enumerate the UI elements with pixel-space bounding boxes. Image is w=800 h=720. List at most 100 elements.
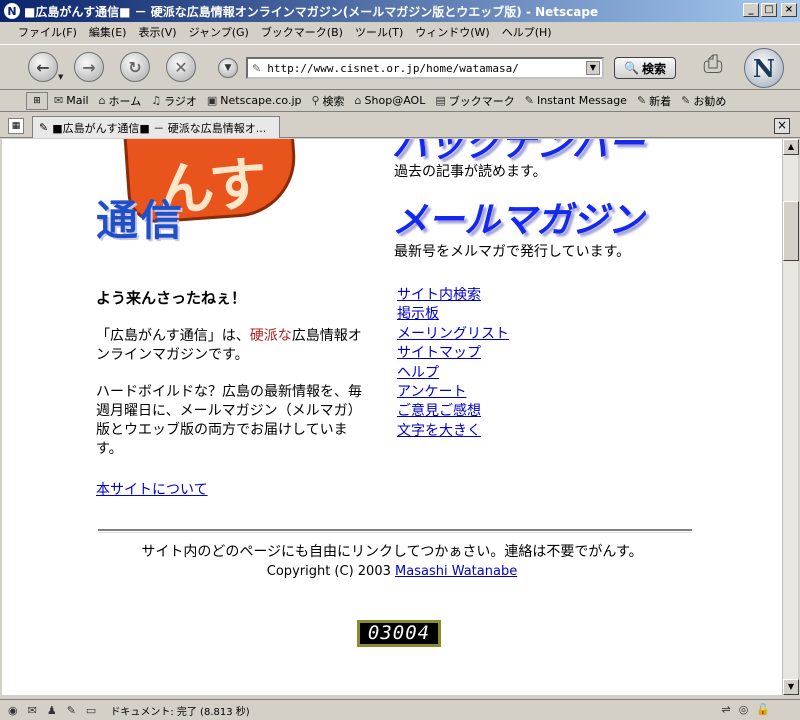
bookmark-label: Netscape.co.jp bbox=[220, 94, 302, 107]
print-icon[interactable]: ⎙ bbox=[696, 50, 730, 82]
bookmark-mail[interactable]: ✉ Mail bbox=[54, 94, 89, 107]
about-site-link[interactable]: 本サイトについて bbox=[96, 479, 208, 499]
mailmagazine-heading[interactable]: メールマガジン bbox=[392, 191, 644, 243]
bookmark-netscape[interactable]: ▣ Netscape.co.jp bbox=[207, 94, 302, 107]
tab-bar: ▦ ✎ ■広島がんす通信■ － 硬派な広島情報オ... × bbox=[0, 114, 800, 138]
scroll-down-icon[interactable]: ▼ bbox=[783, 679, 799, 695]
url-dropdown-icon[interactable]: ▼ bbox=[586, 61, 600, 75]
link-larger-text[interactable]: 文字を大きく bbox=[397, 423, 481, 439]
link-icon: ✎ bbox=[636, 94, 647, 107]
copyright-text: Copyright (C) 2003 bbox=[266, 564, 391, 579]
maximize-button[interactable]: □ bbox=[761, 3, 777, 17]
menu-bar: ファイル(F) 編集(E) 表示(V) ジャンプ(G) ブックマーク(B) ツー… bbox=[0, 22, 800, 42]
close-tab-icon[interactable]: × bbox=[774, 118, 790, 134]
bookmark-label: 検索 bbox=[322, 94, 345, 108]
bookmark-radio[interactable]: ♫ ラジオ bbox=[151, 93, 197, 109]
lock-icon[interactable]: 🔓 bbox=[756, 703, 770, 716]
tab-label: ■広島がんす通信■ － 硬派な広島情報オ... bbox=[52, 121, 267, 135]
window-title: ■広島がんす通信■ － 硬派な広島情報オンラインマガジン(メールマガジン版とウエ… bbox=[24, 4, 599, 19]
search-button[interactable]: 🔍 検索 bbox=[614, 57, 676, 79]
status-text: ドキュメント: 完了 (8.813 秒) bbox=[110, 706, 250, 718]
addressbook-icon[interactable]: ▭ bbox=[86, 704, 96, 717]
menu-help[interactable]: ヘルプ(H) bbox=[502, 24, 552, 40]
menu-tools[interactable]: ツール(T) bbox=[355, 24, 403, 40]
status-right-icons: ⇌ ◎ 🔓 bbox=[721, 703, 770, 716]
page-icon: ✎ bbox=[252, 61, 262, 75]
menu-view[interactable]: 表示(V) bbox=[138, 24, 176, 40]
menu-file[interactable]: ファイル(F) bbox=[18, 24, 77, 40]
intro-paragraph-2: ハードボイルドな？広島の最新情報を、毎週月曜日に、メールマガジン（メルマガ）版と… bbox=[96, 384, 362, 457]
author-link[interactable]: Masashi Watanabe bbox=[395, 564, 517, 579]
bookmark-instant-message[interactable]: ✎ Instant Message bbox=[525, 94, 627, 107]
link-help[interactable]: ヘルプ bbox=[397, 365, 439, 381]
forward-button[interactable]: → bbox=[74, 52, 104, 82]
link-site-search[interactable]: サイト内検索 bbox=[397, 287, 481, 303]
link-feedback[interactable]: ご意見ご感想 bbox=[397, 403, 481, 419]
link-bbs[interactable]: 掲示板 bbox=[397, 306, 439, 322]
mail-status-icon[interactable]: ✉ bbox=[28, 704, 37, 717]
back-button[interactable]: ← bbox=[28, 52, 58, 82]
url-input[interactable]: http://www.cisnet.or.jp/home/watamasa/ bbox=[267, 62, 519, 75]
link-icon: ✎ bbox=[681, 94, 691, 107]
mailmagazine-text: 最新号をメルマガで発行しています。 bbox=[394, 244, 631, 260]
bookmark-new[interactable]: ✎ 新着 bbox=[637, 93, 671, 109]
netscape-status-icon[interactable]: ◉ bbox=[8, 704, 18, 717]
scroll-up-icon[interactable]: ▲ bbox=[783, 139, 799, 155]
bookmark-label: ホーム bbox=[108, 94, 142, 108]
scroll-thumb[interactable] bbox=[783, 201, 799, 261]
folder-icon: ▤ bbox=[435, 94, 446, 107]
mail-icon: ✉ bbox=[54, 94, 64, 107]
bookmark-home[interactable]: ⌂ ホーム bbox=[99, 93, 142, 109]
aim-icon[interactable]: ♟ bbox=[47, 704, 57, 717]
bookmark-recommend[interactable]: ✎ お勧め bbox=[681, 93, 726, 109]
link-survey[interactable]: アンケート bbox=[397, 384, 466, 400]
footer-link-notice: サイト内のどのページにも自由にリンクしてつかぁさい。連絡は不要でがんす。 bbox=[141, 544, 643, 560]
shop-icon: ⌂ bbox=[354, 94, 362, 107]
composer-icon[interactable]: ✎ bbox=[67, 704, 76, 717]
minimize-button[interactable]: _ bbox=[743, 3, 759, 17]
link-icon: ✎ bbox=[524, 94, 534, 107]
sidebar-toggle-icon[interactable]: ▦ bbox=[8, 118, 24, 134]
search-button-label: 検索 bbox=[641, 61, 666, 76]
radio-icon: ♫ bbox=[151, 94, 162, 107]
reload-button[interactable]: ↻ bbox=[120, 52, 150, 82]
reload-icon: ↻ bbox=[128, 57, 142, 77]
netscape-icon: N bbox=[4, 3, 20, 19]
vertical-scrollbar[interactable]: ▲ ▼ bbox=[782, 139, 799, 695]
my-icon: ▣ bbox=[206, 94, 218, 107]
menu-bookmarks[interactable]: ブックマーク(B) bbox=[261, 24, 343, 40]
menu-go[interactable]: ジャンプ(G) bbox=[189, 24, 249, 40]
site-links: サイト内検索 掲示板 メーリングリスト サイトマップ ヘルプ アンケート ご意見… bbox=[397, 286, 509, 441]
back-dropdown-icon[interactable]: ▼ bbox=[58, 73, 63, 81]
bookmark-label: ラジオ bbox=[164, 94, 197, 108]
access-counter: 03004 bbox=[357, 620, 441, 647]
bookmark-search[interactable]: ⚲ 検索 bbox=[311, 93, 344, 109]
home-tab-icon[interactable]: ⊞ bbox=[26, 91, 48, 110]
bookmark-label: Shop@AOL bbox=[364, 94, 426, 107]
magnifier-icon: 🔍 bbox=[624, 61, 639, 75]
personal-toolbar: ⊞ ✉ Mail ⌂ ホーム ♫ ラジオ ▣ Netscape.co.jp ⚲ 検索 ⌂ S… bbox=[0, 90, 800, 112]
bookmark-label: Instant Message bbox=[536, 94, 627, 107]
logo-text-sub: 通信 bbox=[96, 196, 185, 245]
bookmark-folder[interactable]: ▤ ブックマーク bbox=[435, 93, 514, 109]
bookmark-label: ブックマーク bbox=[448, 94, 515, 108]
bookmark-shop[interactable]: ⌂ Shop@AOL bbox=[355, 94, 426, 107]
home-icon: ⌂ bbox=[98, 94, 106, 107]
page-icon: ✎ bbox=[39, 121, 49, 134]
bookmark-label: 新着 bbox=[649, 94, 672, 108]
menu-window[interactable]: ウィンドウ(W) bbox=[415, 24, 489, 40]
intro-text-red: 硬派な bbox=[249, 328, 292, 344]
security-view-icon[interactable]: ◎ bbox=[739, 703, 749, 716]
link-sitemap[interactable]: サイトマップ bbox=[397, 345, 481, 361]
forward-arrow-icon: → bbox=[82, 57, 96, 77]
menu-edit[interactable]: 編集(E) bbox=[89, 24, 127, 40]
stop-button[interactable]: ✕ bbox=[166, 52, 196, 82]
netscape-logo[interactable]: N bbox=[744, 48, 784, 88]
search-icon: ⚲ bbox=[311, 94, 320, 107]
link-mailing-list[interactable]: メーリングリスト bbox=[397, 326, 509, 342]
url-bar[interactable]: ✎ http://www.cisnet.or.jp/home/watamasa/… bbox=[246, 57, 604, 79]
tab-current[interactable]: ✎ ■広島がんす通信■ － 硬派な広島情報オ... bbox=[32, 116, 280, 138]
connection-icon: ⇌ bbox=[721, 703, 731, 716]
url-history-button[interactable]: ▼ bbox=[218, 58, 238, 78]
close-button[interactable]: × bbox=[781, 3, 797, 17]
